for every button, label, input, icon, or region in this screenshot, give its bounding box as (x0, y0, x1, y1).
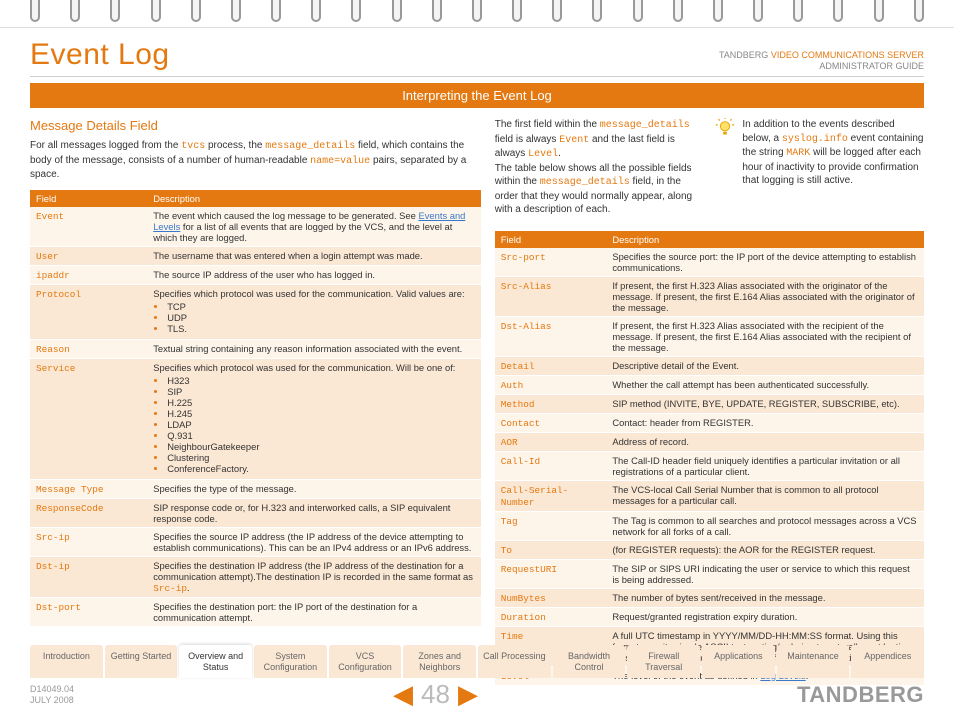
table-row: Dst-ipSpecifies the destination IP addre… (30, 556, 481, 597)
table-row: DetailDescriptive detail of the Event. (495, 356, 924, 375)
spiral-binding (0, 0, 954, 28)
table-row: Src-portSpecifies the source port: the I… (495, 248, 924, 277)
tab-getting-started[interactable]: Getting Started (105, 645, 178, 678)
tab-call-processing[interactable]: Call Processing (478, 645, 551, 678)
nav-tabs: IntroductionGetting StartedOverview and … (30, 645, 924, 678)
table-row: MethodSIP method (INVITE, BYE, UPDATE, R… (495, 394, 924, 413)
pager: ◀ 48 ▶ (393, 679, 478, 710)
table-row: Call-Serial-NumberThe VCS-local Call Ser… (495, 480, 924, 511)
tab-maintenance[interactable]: Maintenance (777, 645, 850, 678)
intro-left: For all messages logged from the tvcs pr… (30, 139, 481, 182)
tab-firewall-traversal[interactable]: Firewall Traversal (627, 645, 700, 678)
table-row: ipaddrThe source IP address of the user … (30, 265, 481, 284)
link[interactable]: Events and Levels (153, 210, 465, 232)
table-row: Dst-AliasIf present, the first H.323 Ali… (495, 316, 924, 356)
table-row: DurationRequest/granted registration exp… (495, 607, 924, 626)
table-row: Dst-portSpecifies the destination port: … (30, 597, 481, 626)
table-row: EventThe event which caused the log mess… (30, 207, 481, 247)
table-row: RequestURIThe SIP or SIPS URI indicating… (495, 559, 924, 588)
doc-id: D14049.04 JULY 2008 (30, 684, 74, 706)
tab-applications[interactable]: Applications (702, 645, 775, 678)
table-row: NumBytesThe number of bytes sent/receive… (495, 588, 924, 607)
intro-right: In addition to the events described belo… (714, 118, 924, 217)
tab-appendices[interactable]: Appendices (851, 645, 924, 678)
table-row: TagThe Tag is common to all searches and… (495, 511, 924, 540)
table-row: To(for REGISTER requests): the AOR for t… (495, 540, 924, 559)
brand-subtitle: TANDBERG VIDEO COMMUNICATIONS SERVER ADM… (719, 50, 924, 72)
next-page-arrow[interactable]: ▶ (458, 679, 478, 710)
fields-table-right: FieldDescription Src-portSpecifies the s… (495, 231, 924, 686)
table-row: ReasonTextual string containing any reas… (30, 339, 481, 358)
page-title: Event Log (30, 38, 170, 72)
page-number: 48 (421, 679, 450, 710)
tab-introduction[interactable]: Introduction (30, 645, 103, 678)
tab-overview-and-status[interactable]: Overview and Status (179, 645, 252, 678)
lightbulb-icon (714, 118, 736, 140)
table-row: Src-ipSpecifies the source IP address (t… (30, 527, 481, 556)
tab-bandwidth-control[interactable]: Bandwidth Control (553, 645, 626, 678)
section-heading: Message Details Field (30, 118, 481, 133)
section-banner: Interpreting the Event Log (30, 83, 924, 108)
tab-vcs-configuration[interactable]: VCS Configuration (329, 645, 402, 678)
table-row: ProtocolSpecifies which protocol was use… (30, 284, 481, 339)
prev-page-arrow[interactable]: ◀ (393, 679, 413, 710)
table-row: ContactContact: header from REGISTER. (495, 413, 924, 432)
brand-logo: TANDBERG (797, 682, 924, 708)
table-row: Src-AliasIf present, the first H.323 Ali… (495, 276, 924, 316)
fields-table-left: FieldDescription EventThe event which ca… (30, 190, 481, 627)
table-row: ResponseCodeSIP response code or, for H.… (30, 498, 481, 527)
table-row: ServiceSpecifies which protocol was used… (30, 358, 481, 479)
tab-system-configuration[interactable]: System Configuration (254, 645, 327, 678)
table-row: Message TypeSpecifies the type of the me… (30, 479, 481, 498)
intro-mid: The first field within the message_detai… (495, 118, 705, 217)
table-row: UserThe username that was entered when a… (30, 246, 481, 265)
table-row: AuthWhether the call attempt has been au… (495, 375, 924, 394)
tab-zones-and-neighbors[interactable]: Zones and Neighbors (403, 645, 476, 678)
table-row: AORAddress of record. (495, 432, 924, 451)
table-row: Call-IdThe Call-ID header field uniquely… (495, 451, 924, 480)
